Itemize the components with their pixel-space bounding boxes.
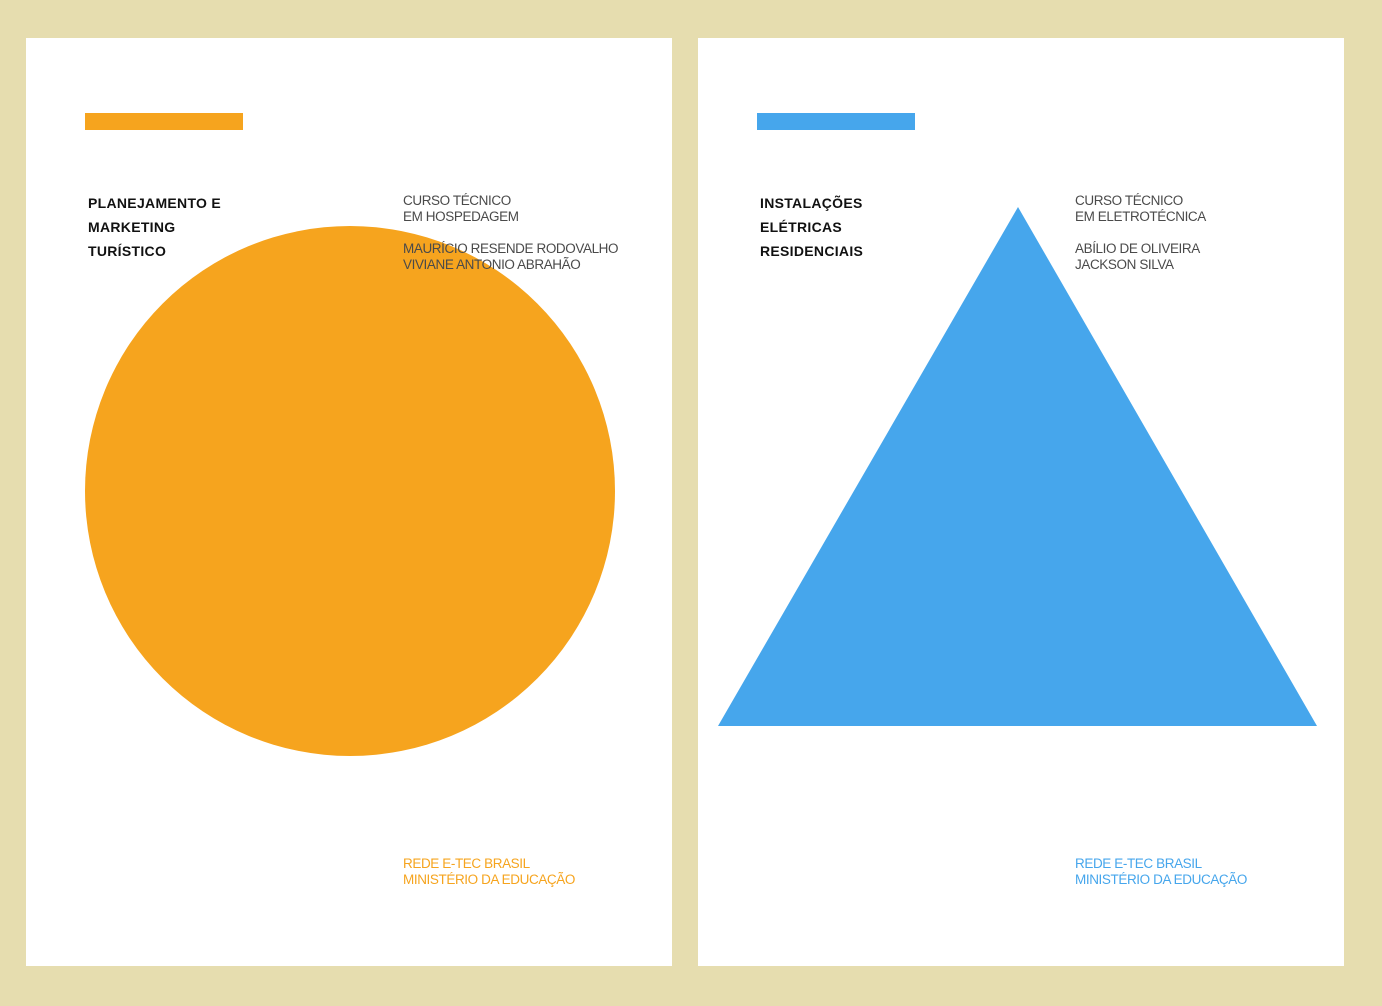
course-line: EM HOSPEDAGEM	[403, 209, 519, 224]
author-name: JACKSON SILVA	[1075, 257, 1174, 272]
triangle-shape	[718, 207, 1317, 726]
book-cover-right: INSTALAÇÕES ELÉTRICAS RESIDENCIAIS CURSO…	[698, 38, 1344, 966]
publisher-line: MINISTÉRIO DA EDUCAÇÃO	[403, 872, 575, 887]
book-info: CURSO TÉCNICO EM ELETROTÉCNICA ABÍLIO DE…	[1075, 193, 1206, 273]
publisher-line: MINISTÉRIO DA EDUCAÇÃO	[1075, 872, 1247, 887]
publisher-line: REDE E-TEC BRASIL	[403, 856, 530, 871]
publisher-footer: REDE E-TEC BRASIL MINISTÉRIO DA EDUCAÇÃO	[403, 856, 575, 888]
course-line: EM ELETROTÉCNICA	[1075, 209, 1206, 224]
author-name: MAURÍCIO RESENDE RODOVALHO	[403, 241, 619, 256]
book-info: CURSO TÉCNICO EM HOSPEDAGEM MAURÍCIO RES…	[403, 193, 619, 273]
blue-triangle	[718, 207, 1317, 726]
publisher-footer: REDE E-TEC BRASIL MINISTÉRIO DA EDUCAÇÃO	[1075, 856, 1247, 888]
publisher-line: REDE E-TEC BRASIL	[1075, 856, 1202, 871]
circle-shape	[85, 226, 615, 756]
author-name: ABÍLIO DE OLIVEIRA	[1075, 241, 1200, 256]
orange-circle	[85, 226, 615, 756]
author-name: VIVIANE ANTONIO ABRAHÃO	[403, 257, 581, 272]
course-line: CURSO TÉCNICO	[403, 193, 511, 208]
course-line: CURSO TÉCNICO	[1075, 193, 1183, 208]
book-cover-left: PLANEJAMENTO E MARKETING TURÍSTICO CURSO…	[26, 38, 672, 966]
